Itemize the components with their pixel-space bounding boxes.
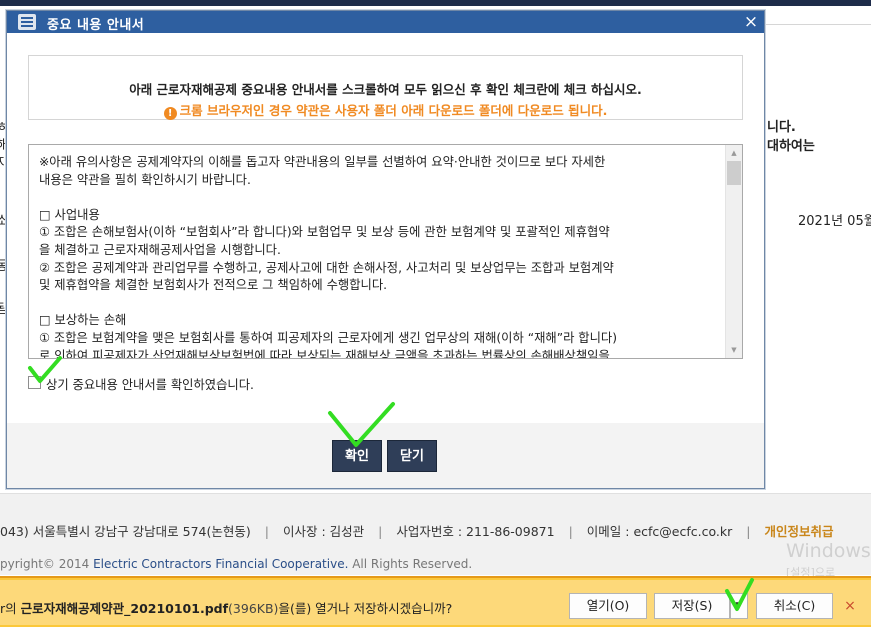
- background-divider: [765, 24, 871, 25]
- close-button[interactable]: 닫기: [387, 440, 437, 472]
- footer-chairman: 이사장 : 김성관: [282, 524, 365, 539]
- scroll-thumb[interactable]: [727, 161, 741, 185]
- footer-copyright: pyright© 2014 Electric Contractors Finan…: [0, 557, 473, 571]
- background-top-bar: [0, 0, 871, 6]
- terms-line: ① 조합은 보험계약을 맺은 보험회사를 통하여 피공제자의 근로자에게 생긴 …: [39, 330, 618, 345]
- terms-line: 내용은 약관을 필히 확인하시기 바랍니다.: [39, 172, 251, 187]
- download-file-size: (396KB): [228, 601, 279, 616]
- confirm-checkbox[interactable]: [28, 376, 41, 389]
- terms-content: ※아래 유의사항은 공제계약자의 이해를 돕고자 약관내용의 일부를 선별하여 …: [39, 154, 719, 359]
- notice-warning: ! 크롬 브라우저인 경우 약관은 사용자 폴더 아래 다운로드 폴더에 다운로드…: [29, 100, 742, 120]
- download-prompt-text: r의 근로자재해공제약관_20210101.pdf(396KB)을(를) 열거나…: [0, 601, 453, 616]
- background-text: 니다.: [767, 120, 796, 135]
- footer-email: 이메일 : ecfc@ecfc.co.kr: [586, 524, 733, 539]
- background-text: 대하여는: [767, 139, 815, 154]
- terms-line: 을 체결하고 근로자재해공제사업을 시행합니다.: [39, 242, 281, 257]
- download-notification-bar: r의 근로자재해공제약관_20210101.pdf(396KB)을(를) 열거나…: [0, 576, 871, 627]
- dialog-close-icon[interactable]: ×: [742, 11, 760, 33]
- terms-line: ① 조합은 손해보험사(이하 “보험회사”라 합니다)와 보험업무 및 보상 등…: [39, 225, 610, 240]
- scroll-up-arrow-icon[interactable]: ▲: [726, 145, 742, 161]
- dialog-title: 중요 내용 안내서: [47, 18, 145, 33]
- footer-info: 043) 서울특별시 강남구 강남대로 574(논현동) | 이사장 : 김성관 | 사…: [0, 524, 834, 539]
- terms-line: ※아래 유의사항은 공제계약자의 이해를 돕고자 약관내용의 일부를 선별하여 …: [39, 155, 606, 169]
- terms-line: ② 조합은 공제계약과 관리업무를 수행하고, 공제사고에 대한 손해사정, 사…: [39, 260, 614, 275]
- dialog-title-bar: 중요 내용 안내서 ×: [7, 11, 764, 33]
- confirm-label[interactable]: 상기 중요내용 안내서를 확인하였습니다.: [46, 375, 254, 393]
- scroll-down-arrow-icon[interactable]: ▼: [726, 342, 742, 358]
- download-file-name: 근로자재해공제약관_20210101.pdf: [20, 601, 229, 616]
- notice-warning-text: 크롬 브라우저인 경우 약관은 사용자 폴더 아래 다운로드 폴더에 다운로드 …: [179, 103, 608, 118]
- ecfc-logo-icon: [18, 14, 36, 30]
- notice-main-text: 아래 근로자재해공제 중요내용 안내서를 스크롤하여 모두 읽으신 후 확인 체…: [129, 82, 642, 97]
- download-save-button[interactable]: 저장(S): [654, 593, 730, 619]
- terms-section-title: □ 사업내용: [39, 207, 100, 222]
- windows-activation-watermark: Windows: [786, 540, 871, 562]
- terms-line: 로 인하여 피공제자가 산업재해보상보험법에 따라 보상되는 재해보상 금액을 …: [39, 348, 610, 359]
- dialog-button-area: 확인 닫기: [7, 423, 764, 488]
- terms-section-title: □ 보상하는 손해: [39, 313, 127, 328]
- site-footer: 043) 서울특별시 강남구 강남대로 574(논현동) | 이사장 : 김성관 | 사…: [0, 493, 871, 575]
- download-bar-close-icon[interactable]: ×: [843, 599, 857, 613]
- warning-icon: !: [163, 107, 177, 120]
- privacy-policy-link[interactable]: 개인정보취급: [764, 524, 833, 539]
- terms-scrollbar[interactable]: ▲ ▼: [725, 145, 742, 358]
- footer-business-number: 사업자번호 : 211-86-09871: [396, 524, 555, 539]
- save-dropdown-chevron-icon[interactable]: ▼: [730, 593, 748, 619]
- notice-box: 아래 근로자재해공제 중요내용 안내서를 스크롤하여 모두 읽으신 후 확인 체…: [28, 55, 743, 120]
- download-cancel-button[interactable]: 취소(C): [756, 593, 833, 619]
- terms-line: 및 제휴협약을 체결한 보험회사가 전적으로 그 책임하에 수행합니다.: [39, 278, 388, 293]
- terms-scroll-box[interactable]: ※아래 유의사항은 공제계약자의 이해를 돕고자 약관내용의 일부를 선별하여 …: [28, 144, 743, 359]
- download-open-button[interactable]: 열기(O): [569, 593, 647, 619]
- important-notice-dialog: 중요 내용 안내서 × 아래 근로자재해공제 중요내용 안내서를 스크롤하여 모…: [6, 10, 765, 489]
- background-date: 2021년 05월: [798, 214, 871, 229]
- footer-address: 043) 서울특별시 강남구 강남대로 574(논현동): [0, 524, 251, 539]
- ok-button[interactable]: 확인: [332, 440, 382, 472]
